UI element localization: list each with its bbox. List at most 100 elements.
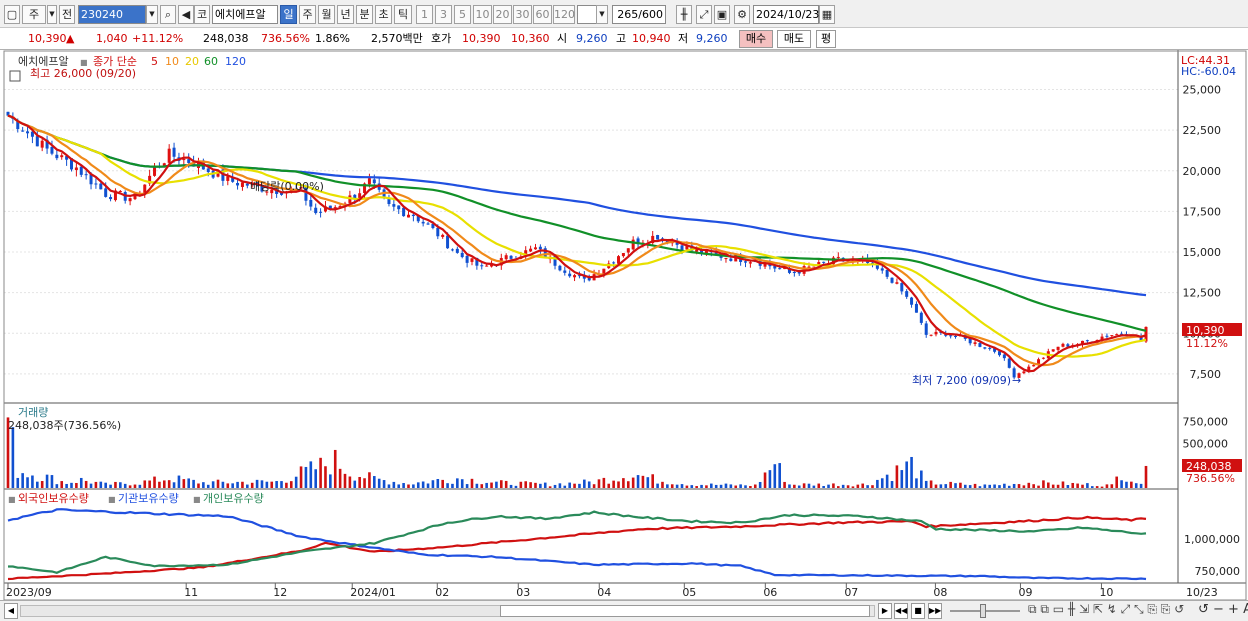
candle-body [397,205,401,210]
buy-button[interactable]: 매수 [739,30,773,48]
volume-bar [65,483,68,488]
period-week[interactable]: 주 [299,5,316,24]
volume-bar [70,482,73,488]
count-input[interactable]: 265/600 [612,5,666,24]
minute-60[interactable]: 60 [533,5,552,24]
chevron-down-icon[interactable]: ▼ [47,5,57,24]
candle-body [35,136,39,147]
candle-body [807,266,811,268]
volume-bar [348,476,352,488]
type-select[interactable]: 주 [22,5,46,24]
tool-icon[interactable]: ⤢ [696,5,712,24]
volume-bar [55,484,59,488]
candle-icon[interactable]: ╫ [676,5,692,24]
hc-label: HC:-60.04 [1181,65,1236,78]
volume-bar [744,485,747,488]
zoom-controls-icon[interactable]: ↺ − + A [1198,602,1248,617]
volume-bar [558,483,562,488]
speaker-icon[interactable]: ◀ [178,5,194,24]
candle-body [748,262,752,264]
candle-body [392,204,396,207]
minute-10[interactable]: 10 [473,5,492,24]
candle-body [792,271,796,273]
minute-30[interactable]: 30 [513,5,532,24]
period-second[interactable]: 초 [375,5,392,24]
volume-bar [783,481,786,488]
individual-legend: 개인보유수량 [203,492,264,505]
volume-bar [31,475,34,488]
calendar-icon[interactable]: ▦ [819,5,835,24]
chart-tools-icon[interactable]: ⧉ ⧉ ▭ ╫ ⇲ ⇱ ↯ ⤢ ⤡ ⎘ ⎘ ↺ [1028,602,1184,617]
next-icon[interactable]: ▶▶ [928,603,942,619]
volume-bar [924,480,928,488]
chart-area[interactable]: 25,00022,50020,00017,50015,00012,50010,0… [0,50,1248,600]
volume-bar [915,478,918,488]
volume-bar [1095,486,1099,488]
volume-bar [890,481,894,488]
volume-bar [1105,484,1109,488]
volume-bar [837,486,840,488]
candle-body [910,297,914,305]
code-input[interactable]: 230240 [78,5,146,24]
first-icon[interactable]: ◀◀ [894,603,908,619]
volume-bar [763,472,767,488]
candle-body [79,166,83,175]
minute-1[interactable]: 1 [416,5,433,24]
minute-120[interactable]: 120 [553,5,575,24]
volume-bar [895,465,899,488]
scrollbar-thumb[interactable] [500,605,870,617]
volume-bar [289,481,293,488]
stop-icon[interactable]: ■ [911,603,925,619]
scroll-left-icon[interactable]: ◀ [4,603,18,619]
period-day[interactable]: 일 [280,5,297,24]
pct-tag: 11.12% [1186,337,1228,350]
code-dropdown-icon[interactable]: ▼ [146,5,158,24]
volume-bar [377,478,381,488]
price-tick-label: 7,500 [1190,368,1222,381]
volume-bar [519,481,523,488]
volume-bar [778,463,781,488]
dividend-note: 배당락(0.00%) [250,180,324,193]
period-year[interactable]: 년 [337,5,354,24]
calendar-mark-icon[interactable] [9,70,21,82]
candle-body [465,255,469,263]
volume-bar [993,484,996,488]
period-month[interactable]: 월 [318,5,335,24]
legend-bullet-icon: ■ [80,58,88,67]
custom-period-dropdown-icon[interactable]: ▼ [596,5,608,24]
candle-body [1051,349,1055,352]
candle-body [836,256,840,258]
date-input[interactable]: 2024/10/23 [753,5,819,24]
minute-5[interactable]: 5 [454,5,471,24]
period-minute[interactable]: 분 [356,5,373,24]
minute-3[interactable]: 3 [435,5,452,24]
candle-body [729,258,733,261]
candle-body [934,331,938,335]
volume-bar [309,461,313,488]
volume-bar [817,483,821,488]
holder-tick-label: 750,000 [1195,565,1241,578]
candle-body [538,246,542,250]
sell-button[interactable]: 매도 [777,30,811,48]
volume-bar [553,484,557,488]
eval-button[interactable]: 평 [816,30,836,48]
candle-body [1085,340,1089,342]
candle-body [778,268,782,270]
zoom-slider-handle[interactable] [980,604,986,618]
volume-bar [441,479,444,488]
volume-bar [797,485,801,488]
scroll-right-icon[interactable]: ▶ [878,603,892,619]
volume-bar [1134,483,1138,488]
gear-icon[interactable]: ⚙ [734,5,750,24]
candle-body [245,183,249,186]
search-icon[interactable]: ⌕ [160,5,176,24]
volume-bar [597,479,601,488]
period-tick[interactable]: 틱 [394,5,412,24]
save-icon[interactable]: ▣ [714,5,730,24]
volume-bar [172,482,176,488]
prev-button[interactable]: 전 [59,5,75,24]
minute-20[interactable]: 20 [493,5,512,24]
volume-bar [1017,484,1021,488]
volume-bar [460,479,464,488]
layout-icon[interactable]: ▢ [4,5,20,24]
